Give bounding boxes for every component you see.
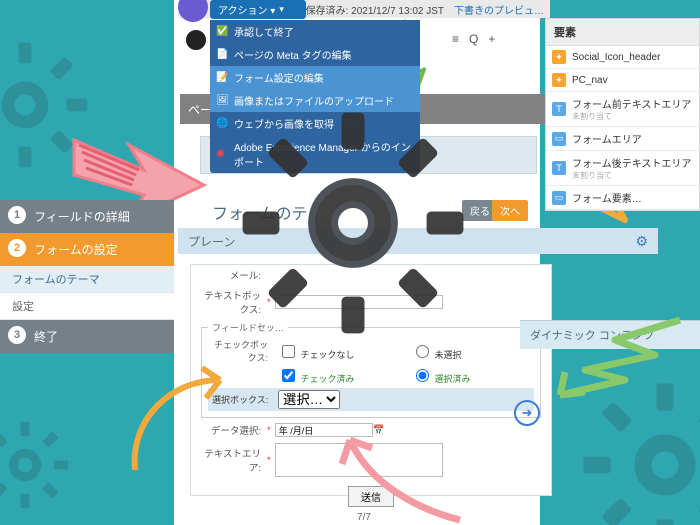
el-pcnav[interactable]: ✦PC_nav xyxy=(546,69,699,92)
rb-sel[interactable]: 選択済み xyxy=(411,366,534,385)
wizard-step-1[interactable]: 1フィールドの詳細 xyxy=(0,200,174,233)
search-icon[interactable]: Q xyxy=(469,32,478,46)
dd-approve[interactable]: ✅承認して終了 xyxy=(210,20,420,43)
cb-checked[interactable]: チェック済み xyxy=(278,366,401,385)
dd-meta[interactable]: 📄ページの Meta タグの編集 xyxy=(210,43,420,66)
submit-button[interactable]: 送信 xyxy=(348,486,394,507)
wizard-sidebar: 1フィールドの詳細 2フォームの設定 フォームのテーマ 設定 3終了 xyxy=(0,200,174,353)
el-form-elem[interactable]: ▭フォーム要素… xyxy=(546,186,699,210)
autosave-status: 自動保存済み: 2021/12/7 13:02 JST xyxy=(286,2,444,17)
app-logo-icon xyxy=(184,28,208,52)
hero-gear-icon xyxy=(238,108,468,338)
menu-icon[interactable]: ≡ xyxy=(452,32,459,46)
wizard-sub-theme[interactable]: フォームのテーマ xyxy=(0,266,174,293)
el-social[interactable]: ✦Social_Icon_header xyxy=(546,46,699,69)
cb-unchecked[interactable]: チェックなし xyxy=(278,342,401,361)
next-button[interactable]: 次へ xyxy=(492,200,528,221)
action-menu-button[interactable]: アクション ▾ xyxy=(210,0,306,19)
wizard-step-3[interactable]: 3終了 xyxy=(0,320,174,353)
preview-link[interactable]: 下書きのプレビュ… xyxy=(454,2,544,17)
circle-next-button[interactable]: ➜ xyxy=(514,400,540,426)
elements-panel: 要素 ✦Social_Icon_header ✦PC_nav Tフォーム前テキス… xyxy=(545,18,700,211)
wizard-step-2[interactable]: 2フォームの設定 xyxy=(0,233,174,266)
el-post-text[interactable]: Tフォーム後テキストエリア未割り当て xyxy=(546,151,699,186)
add-icon[interactable]: + xyxy=(488,32,495,46)
gear-icon[interactable]: ⚙ xyxy=(635,233,648,250)
textarea-input[interactable] xyxy=(275,443,443,477)
elements-panel-title: 要素 xyxy=(546,19,699,46)
toolbar-icons: ≡ Q + xyxy=(452,32,495,46)
wizard-sub-settings[interactable]: 設定 xyxy=(0,293,174,320)
el-pre-text[interactable]: Tフォーム前テキストエリア未割り当て xyxy=(546,92,699,127)
pager: 7/7 xyxy=(178,512,550,523)
dd-form-settings[interactable]: 📝フォーム設定の編集 xyxy=(210,66,420,89)
date-input[interactable] xyxy=(275,423,373,437)
rb-unsel[interactable]: 未選択 xyxy=(411,342,534,361)
el-form-area[interactable]: ▭フォームエリア xyxy=(546,127,699,151)
dynamic-contents-tab[interactable]: ダイナミック コンテンツ xyxy=(520,320,700,349)
select-input[interactable]: 選択… xyxy=(278,390,340,409)
